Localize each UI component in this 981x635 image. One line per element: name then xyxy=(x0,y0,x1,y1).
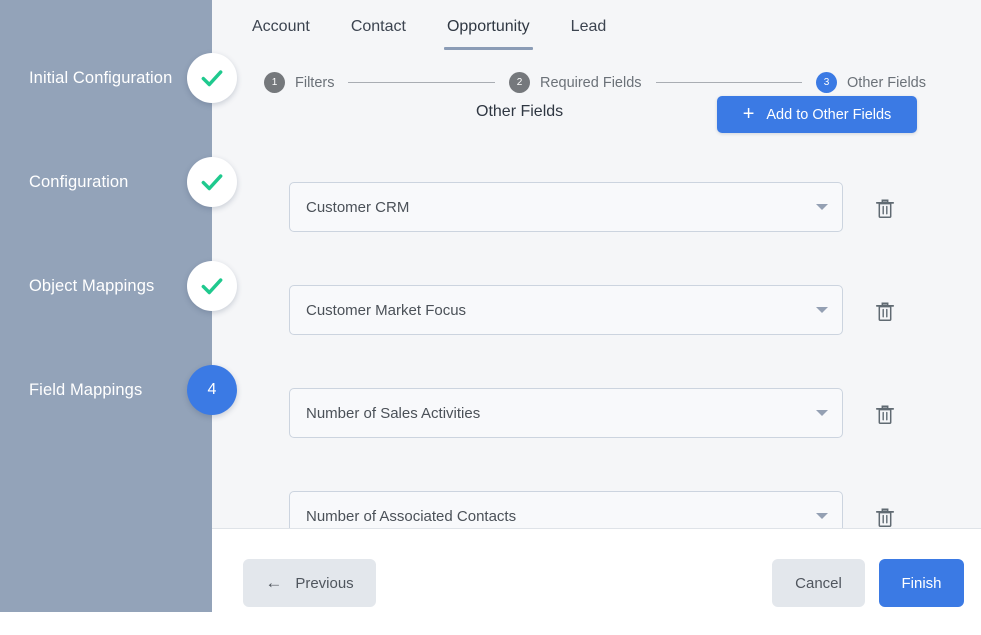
wizard-screen: Initial Configuration Configuration Obje… xyxy=(0,0,981,635)
sidebar-status-badge-done xyxy=(187,261,237,311)
sidebar-item-object-mappings[interactable]: Object Mappings xyxy=(0,256,237,316)
sidebar-step-number: 4 xyxy=(207,381,217,398)
field-select[interactable]: Number of Sales Activities xyxy=(289,388,843,438)
previous-button[interactable]: ← Previous xyxy=(243,559,376,607)
stepper-number: 3 xyxy=(816,72,838,93)
stepper-item-filters[interactable]: 1 Filters xyxy=(264,72,334,93)
scrollable-content[interactable]: Account Contact Opportunity Lead 1 Filte… xyxy=(212,0,981,529)
stepper-connector xyxy=(655,82,803,83)
trash-icon xyxy=(875,301,895,321)
stepper-item-other-fields[interactable]: 3 Other Fields xyxy=(816,72,926,93)
previous-button-label: Previous xyxy=(295,574,354,592)
field-select-value: Number of Sales Activities xyxy=(306,404,481,422)
check-icon xyxy=(201,278,223,295)
object-tabs: Account Contact Opportunity Lead xyxy=(212,0,647,60)
other-fields-list: Customer CRM Customer Market Focus Numbe… xyxy=(212,165,981,528)
trash-icon xyxy=(875,198,895,218)
delete-field-button[interactable] xyxy=(872,298,898,324)
sidebar-status-badge-done xyxy=(187,157,237,207)
stepper-label: Filters xyxy=(295,74,335,91)
add-button-label: Add to Other Fields xyxy=(766,106,892,123)
sidebar-item-label: Configuration xyxy=(29,173,129,191)
field-select[interactable]: Number of Associated Contacts xyxy=(289,491,843,528)
cancel-button[interactable]: Cancel xyxy=(772,559,865,607)
stepper-label: Other Fields xyxy=(847,74,926,91)
field-select-value: Customer Market Focus xyxy=(306,301,467,319)
progress-stepper: 1 Filters 2 Required Fields 3 Other Fiel… xyxy=(264,72,926,93)
stepper-item-required-fields[interactable]: 2 Required Fields xyxy=(508,72,642,93)
stepper-label: Required Fields xyxy=(539,74,642,91)
sidebar-item-field-mappings[interactable]: Field Mappings 4 xyxy=(0,360,237,420)
trash-icon xyxy=(875,507,895,527)
chevron-down-icon xyxy=(816,307,828,313)
main-panel: Account Contact Opportunity Lead 1 Filte… xyxy=(212,0,981,635)
stepper-number: 2 xyxy=(508,72,530,93)
chevron-down-icon xyxy=(816,513,828,519)
tab-contact[interactable]: Contact xyxy=(351,18,406,50)
sidebar-item-initial-configuration[interactable]: Initial Configuration xyxy=(0,48,237,108)
field-row: Customer CRM xyxy=(212,165,981,268)
sidebar-status-badge-active: 4 xyxy=(187,365,237,415)
delete-field-button[interactable] xyxy=(872,195,898,221)
tab-opportunity[interactable]: Opportunity xyxy=(443,18,533,50)
check-icon xyxy=(201,174,223,191)
field-row: Customer Market Focus xyxy=(212,268,981,371)
field-row: Number of Sales Activities xyxy=(212,371,981,474)
chevron-down-icon xyxy=(816,204,828,210)
finish-button[interactable]: Finish xyxy=(879,559,964,607)
check-icon xyxy=(201,70,223,87)
chevron-down-icon xyxy=(816,410,828,416)
field-row: Number of Associated Contacts xyxy=(212,474,981,528)
tab-lead[interactable]: Lead xyxy=(571,18,607,50)
trash-icon xyxy=(875,404,895,424)
arrow-left-icon: ← xyxy=(265,573,283,592)
plus-icon: + xyxy=(742,102,755,125)
sidebar-status-badge-done xyxy=(187,53,237,103)
sidebar-item-label: Field Mappings xyxy=(29,381,143,399)
field-select[interactable]: Customer CRM xyxy=(289,182,843,232)
wizard-footer: ← Previous Cancel Finish xyxy=(212,530,981,635)
sidebar-item-label: Initial Configuration xyxy=(29,69,173,87)
delete-field-button[interactable] xyxy=(872,504,898,528)
field-select-value: Customer CRM xyxy=(306,198,410,216)
sidebar-item-label: Object Mappings xyxy=(29,277,155,295)
tab-account[interactable]: Account xyxy=(252,18,310,50)
add-to-other-fields-button[interactable]: + Add to Other Fields xyxy=(717,96,917,133)
wizard-sidebar: Initial Configuration Configuration Obje… xyxy=(0,0,237,612)
section-title: Other Fields xyxy=(476,103,564,120)
stepper-number: 1 xyxy=(264,72,285,93)
sidebar-item-configuration[interactable]: Configuration xyxy=(0,152,237,212)
field-select[interactable]: Customer Market Focus xyxy=(289,285,843,335)
delete-field-button[interactable] xyxy=(872,401,898,427)
field-select-value: Number of Associated Contacts xyxy=(306,507,517,525)
stepper-connector xyxy=(348,82,495,83)
